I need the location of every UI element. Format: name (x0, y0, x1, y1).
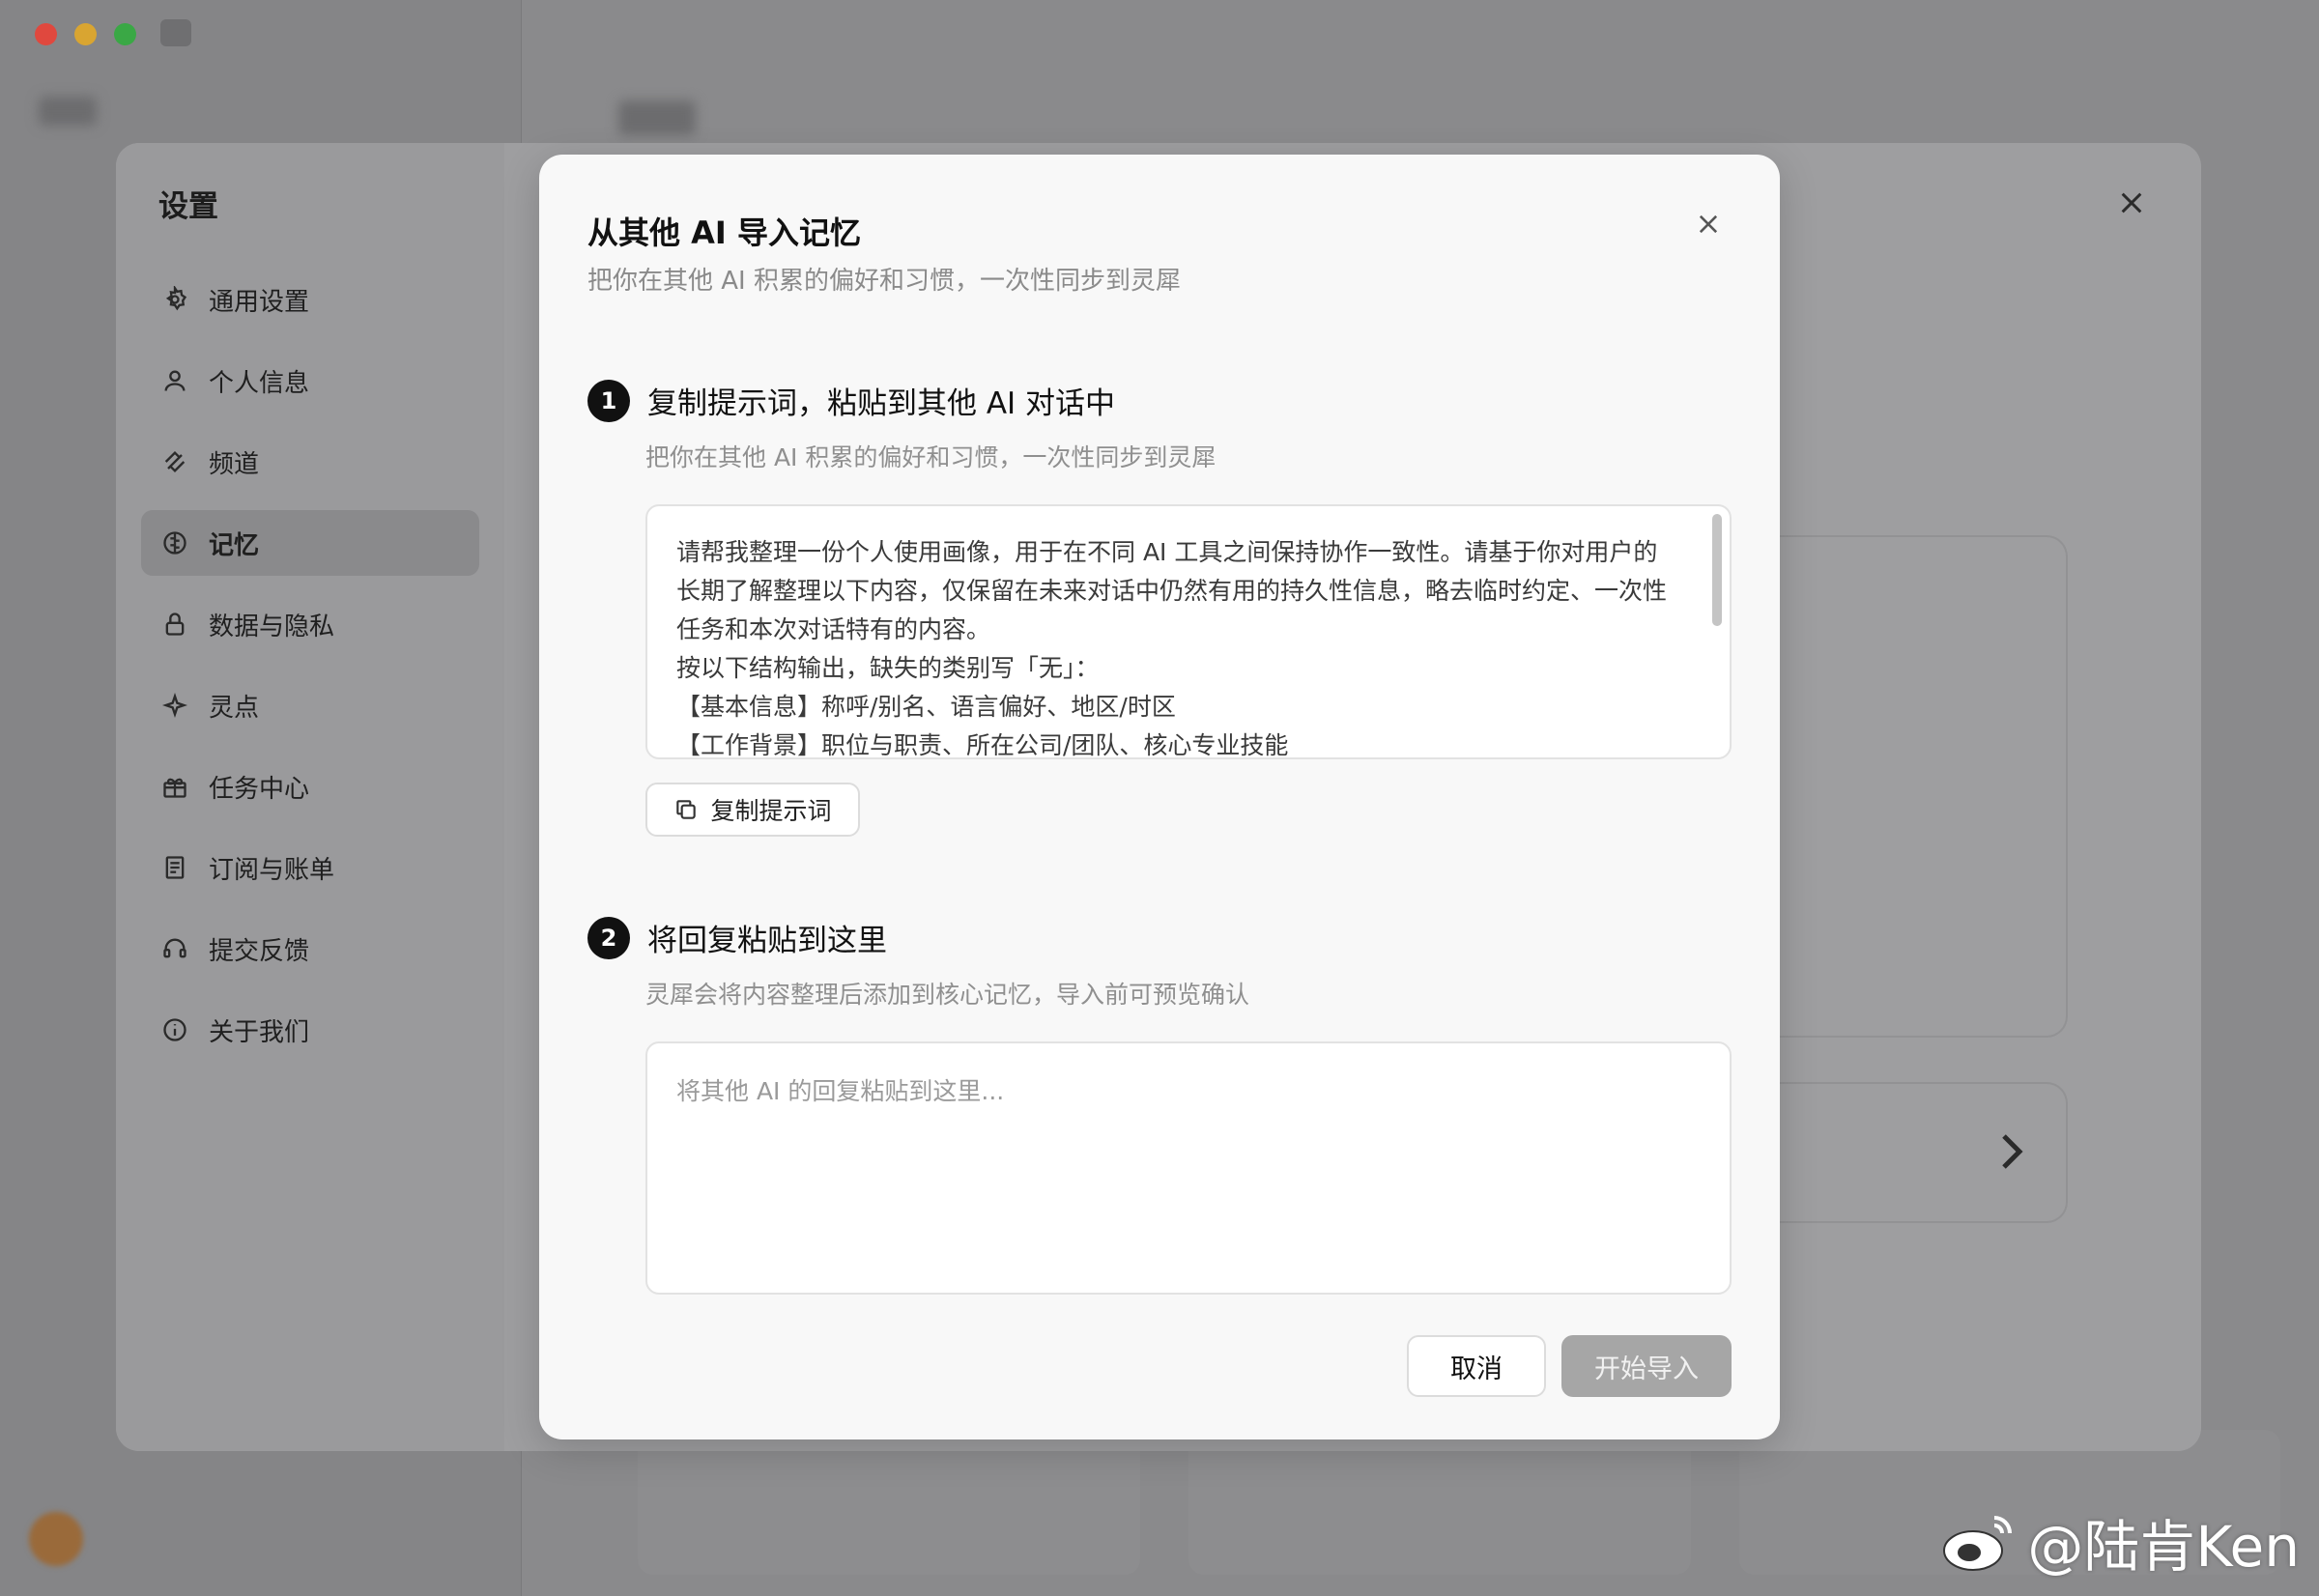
nav-label: 记忆 (209, 530, 260, 560)
reply-paste-input[interactable] (645, 1041, 1732, 1295)
background-card (638, 1430, 1140, 1575)
dialog-subtitle: 把你在其他 AI 积累的偏好和习惯，一次性同步到灵犀 (587, 267, 1181, 296)
nav-item-channel[interactable]: 频道 (141, 429, 479, 495)
close-window-button[interactable] (35, 23, 57, 45)
watermark-text: @陆肯Ken (2027, 1514, 2300, 1580)
nav-label: 灵点 (209, 693, 260, 723)
gear-icon (160, 285, 189, 314)
memory-panel-card (1778, 535, 2068, 1038)
step-2-title: 将回复粘贴到这里 (647, 924, 887, 958)
step-1-title: 复制提示词，粘贴到其他 AI 对话中 (647, 386, 1116, 421)
nav-item-points[interactable]: 灵点 (141, 672, 479, 738)
nav-label: 关于我们 (209, 1017, 310, 1047)
copy-prompt-button[interactable]: 复制提示词 (645, 783, 860, 837)
nav-item-privacy[interactable]: 数据与隐私 (141, 591, 479, 657)
nav-label: 订阅与账单 (209, 855, 335, 885)
minimize-window-button[interactable] (74, 23, 97, 45)
info-icon (160, 1015, 189, 1044)
chevron-right-icon (2000, 1132, 2023, 1171)
nav-label: 通用设置 (209, 287, 310, 317)
sidebar-toggle-icon[interactable] (160, 19, 191, 46)
memory-import-row[interactable] (1778, 1082, 2068, 1223)
settings-close-icon[interactable] (2116, 187, 2147, 218)
copy-prompt-label: 复制提示词 (710, 797, 832, 825)
step-1-number: 1 (587, 379, 630, 422)
background-blur (618, 100, 696, 135)
dialog-title: 从其他 AI 导入记忆 (587, 214, 861, 251)
nav-item-profile[interactable]: 个人信息 (141, 348, 479, 413)
nav-item-tasks[interactable]: 任务中心 (141, 754, 479, 819)
nav-label: 数据与隐私 (209, 612, 335, 641)
settings-nav-list: 通用设置 个人信息 频道 记忆 数据与隐私 灵点 任务中心 订阅与账单 提交反馈… (141, 267, 479, 1078)
step-2-header: 2 将回复粘贴到这里 (587, 916, 887, 959)
weibo-logo-icon (1943, 1516, 2013, 1571)
sparkle-icon (160, 691, 189, 720)
nav-label: 任务中心 (209, 774, 310, 804)
cancel-button[interactable]: 取消 (1407, 1335, 1546, 1397)
background-blur (39, 97, 97, 126)
avatar[interactable] (29, 1512, 83, 1566)
nav-label: 频道 (209, 449, 260, 479)
nav-item-about[interactable]: 关于我们 (141, 997, 479, 1063)
settings-sidebar: 设置 通用设置 个人信息 频道 记忆 数据与隐私 灵点 任务中心 订阅与账单 提… (116, 143, 504, 1451)
gift-icon (160, 772, 189, 801)
step-2-number: 2 (587, 916, 630, 959)
nav-item-feedback[interactable]: 提交反馈 (141, 916, 479, 982)
step-1-header: 1 复制提示词，粘贴到其他 AI 对话中 (587, 379, 1115, 422)
prompt-text: 请帮我整理一份个人使用画像，用于在不同 AI 工具之间保持协作一致性。请基于你对… (676, 538, 1668, 759)
prompt-text-box[interactable]: 请帮我整理一份个人使用画像，用于在不同 AI 工具之间保持协作一致性。请基于你对… (645, 504, 1732, 759)
user-icon (160, 366, 189, 395)
watermark: @陆肯Ken (1938, 1501, 2300, 1582)
nav-item-general[interactable]: 通用设置 (141, 267, 479, 332)
step-2-description: 灵犀会将内容整理后添加到核心记忆，导入前可预览确认 (645, 981, 1250, 1009)
nav-label: 个人信息 (209, 368, 310, 398)
copy-icon (676, 800, 697, 819)
receipt-icon (160, 853, 189, 882)
nav-label: 提交反馈 (209, 936, 310, 966)
import-memory-dialog: 从其他 AI 导入记忆 把你在其他 AI 积累的偏好和习惯，一次性同步到灵犀 1… (539, 155, 1780, 1439)
step-1-description: 把你在其他 AI 积累的偏好和习惯，一次性同步到灵犀 (645, 443, 1217, 471)
maximize-window-button[interactable] (114, 23, 136, 45)
prompt-scrollbar[interactable] (1712, 514, 1722, 626)
lock-icon (160, 610, 189, 639)
start-import-button[interactable]: 开始导入 (1561, 1335, 1732, 1397)
settings-title: 设置 (158, 189, 218, 224)
window-controls (35, 23, 136, 45)
dialog-close-icon[interactable] (1695, 211, 1726, 242)
headset-icon (160, 934, 189, 963)
channel-icon (160, 447, 189, 476)
nav-item-billing[interactable]: 订阅与账单 (141, 835, 479, 900)
nav-item-memory[interactable]: 记忆 (141, 510, 479, 576)
brain-icon (160, 528, 189, 557)
background-card (1188, 1430, 1691, 1575)
